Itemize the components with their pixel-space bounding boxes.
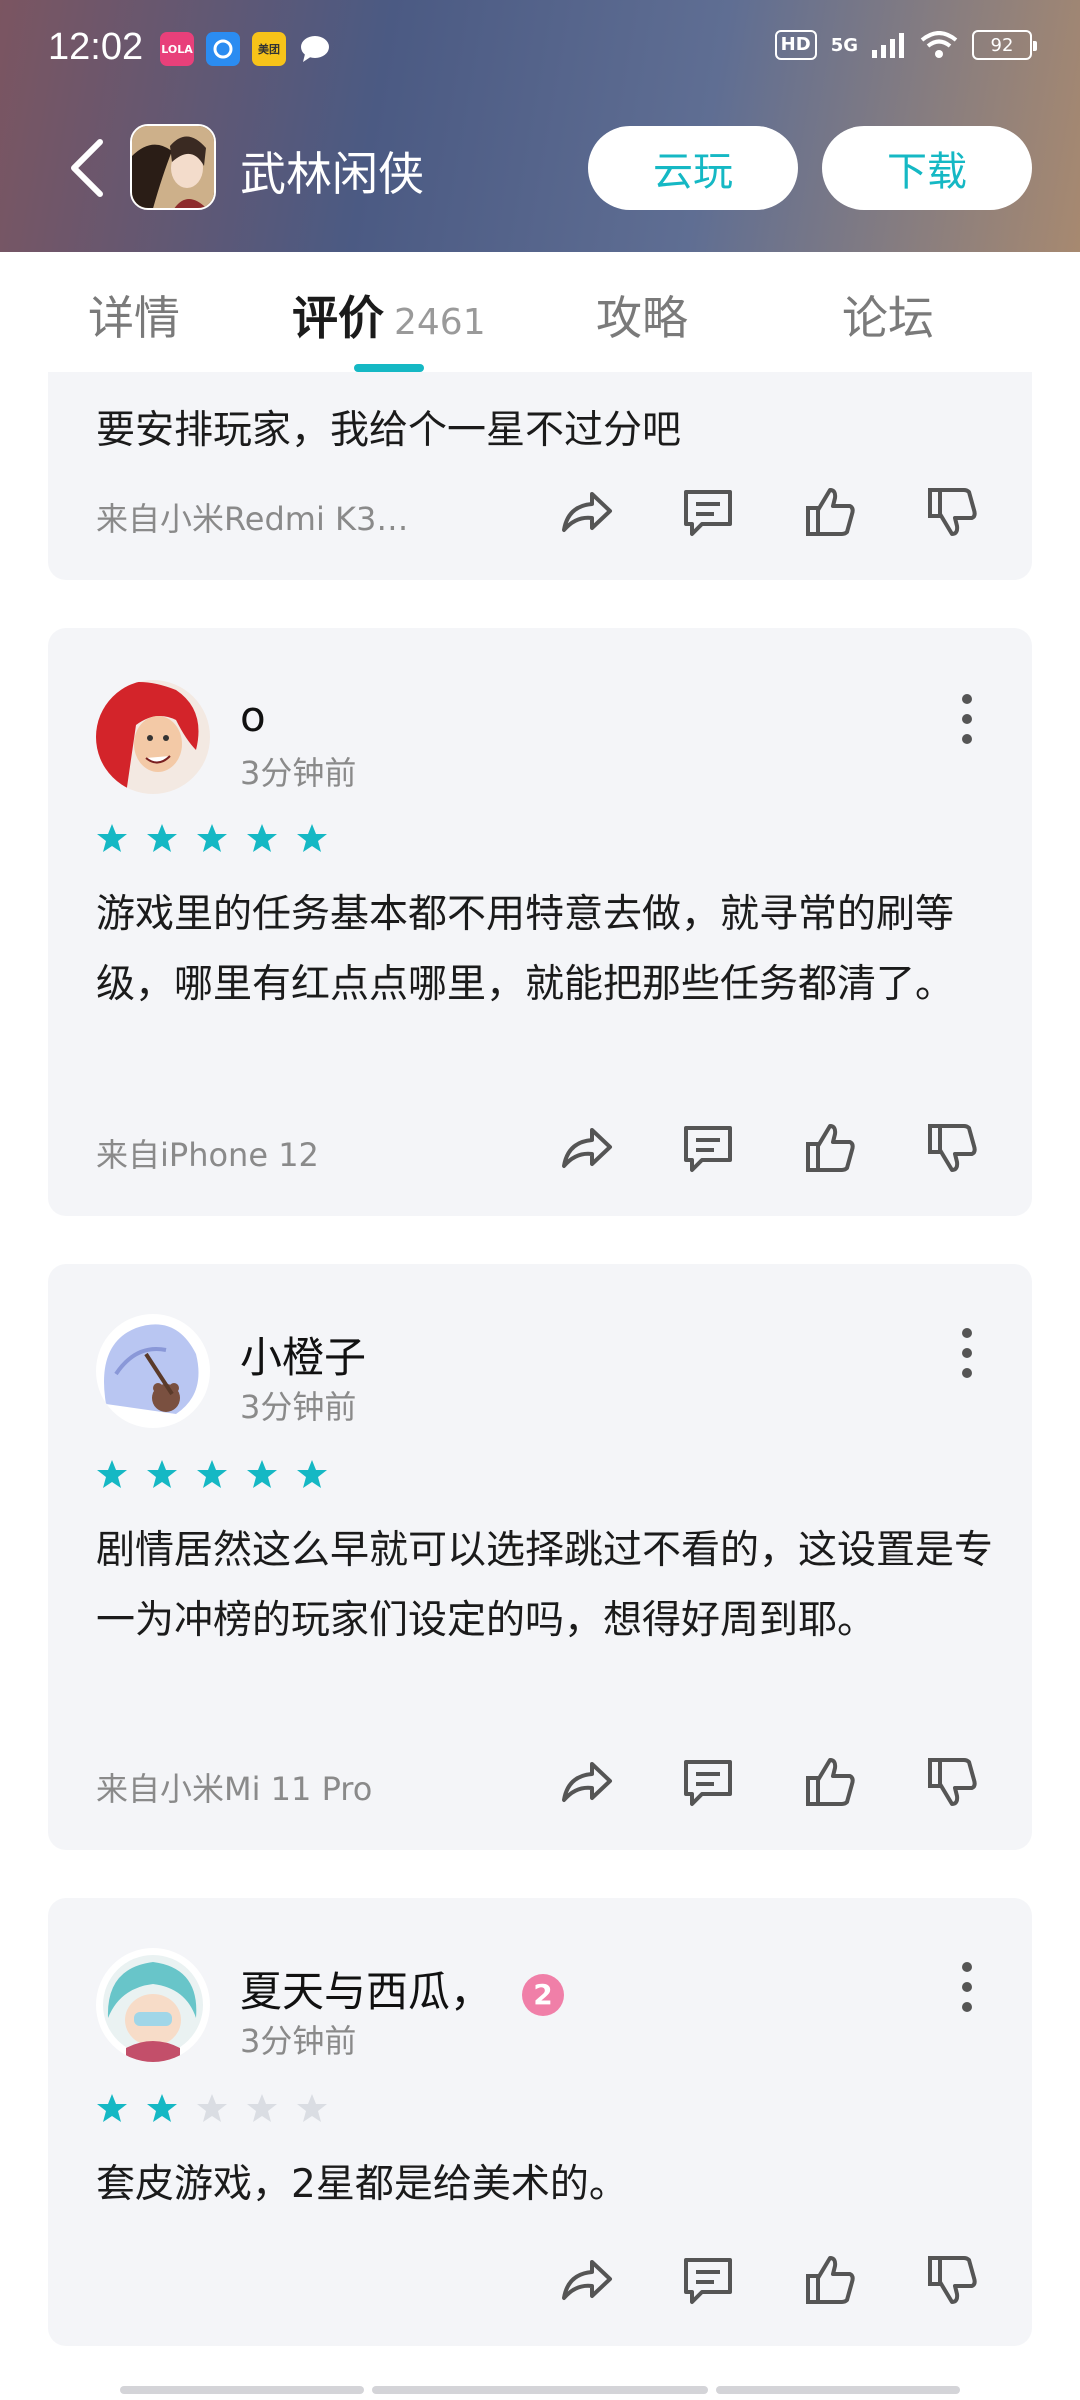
browser-app-icon: [206, 32, 240, 66]
comment-icon[interactable]: [680, 2252, 736, 2308]
tab-reviews[interactable]: 评价 2461: [292, 282, 486, 348]
notification-icons: LOLA 美团: [160, 32, 332, 66]
review-actions: [558, 1754, 1008, 1814]
lofter-app-icon: LOLA: [160, 32, 194, 66]
star-icon: [97, 824, 127, 852]
tab-forum[interactable]: 论坛: [842, 282, 934, 348]
review-device: 来自小米Mi 11 Pro: [96, 1770, 373, 1808]
review-time: 3分钟前: [240, 754, 357, 792]
star-rating: [96, 822, 328, 854]
thumbs-down-icon[interactable]: [924, 2252, 980, 2308]
comment-icon[interactable]: [680, 484, 736, 540]
thumbs-up-icon[interactable]: [802, 1120, 858, 1176]
share-icon[interactable]: [558, 484, 614, 540]
star-icon: [147, 824, 177, 852]
thumbs-up-icon[interactable]: [802, 2252, 858, 2308]
share-icon[interactable]: [558, 2252, 614, 2308]
tab-guides[interactable]: 攻略: [596, 282, 688, 348]
status-bar: 12:02 LOLA 美团 HD 5G 92: [0, 0, 1080, 100]
battery-icon: 92: [972, 30, 1037, 60]
more-options-icon[interactable]: [962, 1962, 974, 2012]
username: o: [240, 692, 266, 741]
back-arrow-icon[interactable]: [62, 136, 112, 200]
network-label: 5G: [830, 34, 858, 56]
thumbs-up-icon[interactable]: [802, 1754, 858, 1810]
thumbs-up-icon[interactable]: [802, 484, 858, 540]
review-time: 3分钟前: [240, 2022, 357, 2060]
review-device: 来自小米Redmi K3…: [96, 500, 409, 538]
review-text: 套皮游戏，2星都是给美术的。: [96, 2162, 628, 2207]
review-card: 小橙子 3分钟前 剧情居然这么早就可以选择跳过不看的，这设置是专一为冲榜的玩家们…: [48, 1264, 1032, 1850]
comment-icon[interactable]: [680, 1754, 736, 1810]
star-icon: [97, 1460, 127, 1488]
star-icon: [297, 1460, 327, 1488]
star-empty-icon: [247, 2094, 277, 2122]
star-empty-icon: [297, 2094, 327, 2122]
thumbs-down-icon[interactable]: [924, 1120, 980, 1176]
thumbs-down-icon[interactable]: [924, 1754, 980, 1810]
star-icon: [97, 2094, 127, 2122]
user-level-badge: 2: [522, 1973, 565, 2016]
review-actions: [558, 2252, 1008, 2312]
star-rating: [96, 2092, 328, 2124]
review-device: 来自iPhone 12: [96, 1136, 319, 1174]
username: 夏天与西瓜，: [240, 1967, 493, 2016]
tab-reviews-label: 评价: [292, 291, 384, 345]
star-icon: [147, 1460, 177, 1488]
avatar[interactable]: [96, 680, 210, 794]
wifi-icon: [920, 31, 958, 58]
active-tab-indicator: [354, 364, 424, 372]
star-icon: [297, 824, 327, 852]
review-card: 夏天与西瓜， 2 3分钟前 套皮游戏，2星都是给美术的。: [48, 1898, 1032, 2346]
share-icon[interactable]: [558, 1754, 614, 1810]
loading-placeholder-bar: [716, 2386, 960, 2394]
star-icon: [197, 1460, 227, 1488]
review-time: 3分钟前: [240, 1388, 357, 1426]
review-actions: [558, 484, 1008, 544]
share-icon[interactable]: [558, 1120, 614, 1176]
tab-bar: 详情 评价 2461 攻略 论坛: [0, 252, 1080, 372]
signal-icon: [872, 33, 904, 58]
status-indicators: HD 5G 92: [774, 30, 1037, 60]
tab-details[interactable]: 详情: [88, 282, 180, 348]
download-button[interactable]: 下载: [822, 126, 1032, 210]
thumbs-down-icon[interactable]: [924, 484, 980, 540]
review-count: 2461: [394, 302, 486, 343]
app-header: 12:02 LOLA 美团 HD 5G 92 武林闲侠 云玩 下载: [0, 0, 1080, 252]
avatar[interactable]: [96, 1314, 210, 1428]
review-text: 剧情居然这么早就可以选择跳过不看的，这设置是专一为冲榜的玩家们设定的吗，想得好周…: [96, 1528, 994, 1643]
more-options-icon[interactable]: [962, 1328, 974, 1378]
star-rating: [96, 1458, 328, 1490]
star-icon: [247, 824, 277, 852]
loading-placeholder-bar: [372, 2386, 708, 2394]
username: 小橙子: [240, 1333, 367, 1382]
username-row: 夏天与西瓜， 2: [240, 1958, 565, 2019]
star-icon: [147, 2094, 177, 2122]
comment-icon[interactable]: [680, 1120, 736, 1176]
loading-placeholder-bar: [120, 2386, 364, 2394]
review-text: 要安排玩家，我给个一星不过分吧: [96, 408, 682, 453]
status-time: 12:02: [48, 26, 144, 68]
cloud-play-button[interactable]: 云玩: [588, 126, 798, 210]
review-card: 要安排玩家，我给个一星不过分吧 来自小米Redmi K3…: [48, 372, 1032, 580]
game-icon[interactable]: [130, 124, 216, 210]
review-text: 游戏里的任务基本都不用特意去做，就寻常的刷等级，哪里有红点点哪里，就能把那些任务…: [96, 892, 955, 1007]
meituan-app-icon: 美团: [252, 32, 286, 66]
review-card: o 3分钟前 游戏里的任务基本都不用特意去做，就寻常的刷等级，哪里有红点点哪里，…: [48, 628, 1032, 1216]
game-title: 武林闲侠: [240, 147, 424, 201]
star-icon: [197, 824, 227, 852]
star-empty-icon: [197, 2094, 227, 2122]
more-options-icon[interactable]: [962, 694, 974, 744]
star-icon: [247, 1460, 277, 1488]
message-app-icon: [298, 32, 332, 66]
hd-icon: HD: [774, 30, 817, 60]
review-actions: [558, 1120, 1008, 1180]
avatar[interactable]: [96, 1948, 210, 2062]
